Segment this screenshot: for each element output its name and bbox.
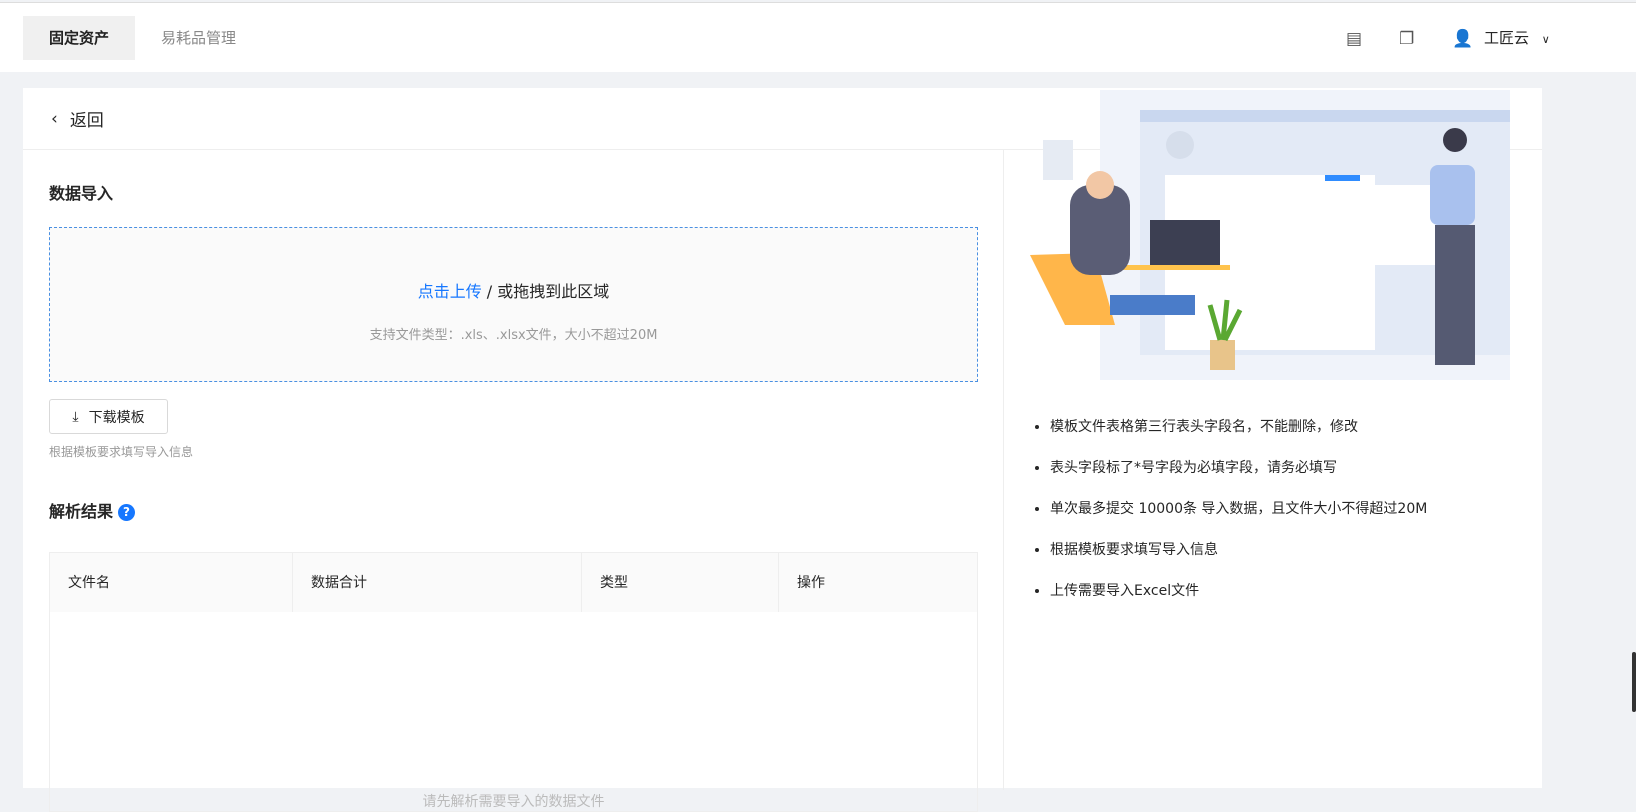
user-name: 工匠云: [1484, 29, 1530, 47]
user-menu[interactable]: 工匠云 ∨: [1484, 27, 1550, 48]
download-label: 下载模板: [88, 409, 145, 426]
chevron-down-icon: ∨: [1541, 33, 1550, 46]
download-template-button[interactable]: ⤓ 下载模板: [49, 399, 168, 434]
download-icon: ⤓: [72, 408, 79, 425]
scrollbar[interactable]: [1632, 652, 1636, 712]
tip-item: 上传需要导入Excel文件: [1050, 582, 1427, 601]
import-title: 数据导入: [49, 184, 114, 203]
copy-icon[interactable]: ❐: [1399, 29, 1414, 49]
tip-item: 模板文件表格第三行表头字段名，不能删除，修改: [1050, 418, 1427, 437]
upload-rest: / 或拖拽到此区域: [481, 282, 610, 301]
top-bar: 固定资产 易耗品管理 ▤ ❐ 👤 工匠云 ∨: [0, 2, 1636, 72]
user-icon: 👤: [1452, 29, 1474, 49]
tip-item: 表头字段标了*号字段为必填字段，请务必填写: [1050, 459, 1427, 478]
col-actions: 操作: [778, 552, 978, 612]
upload-link[interactable]: 点击上传: [418, 282, 482, 301]
hint-text: 根据模板要求填写导入信息: [49, 445, 194, 459]
back-label: 返回: [69, 111, 104, 131]
chevron-left-icon: ‹: [51, 108, 58, 129]
tip-item: 单次最多提交 10000条 导入数据，且文件大小不得超过20M: [1050, 500, 1427, 519]
col-total: 数据合计: [292, 552, 582, 612]
tab-consumables[interactable]: 易耗品管理: [135, 16, 262, 60]
col-type: 类型: [581, 552, 779, 612]
empty-text: 请先解析需要导入的数据文件: [422, 794, 605, 810]
result-table: 文件名 数据合计 类型 操作 请先解析需要导入的数据文件: [49, 552, 978, 812]
upload-dropzone[interactable]: 点击上传 / 或拖拽到此区域 支持文件类型：.xls、.xlsx文件，大小不超过…: [49, 227, 978, 382]
col-filename: 文件名: [49, 552, 293, 612]
tab-fixed-assets[interactable]: 固定资产: [23, 16, 135, 60]
help-icon[interactable]: ?: [118, 504, 136, 521]
result-title: 解析结果: [49, 502, 114, 521]
document-icon[interactable]: ▤: [1346, 29, 1362, 49]
tips-list: 模板文件表格第三行表头字段名，不能删除，修改 表头字段标了*号字段为必填字段，请…: [1028, 418, 1427, 623]
illustration: [1030, 90, 1510, 380]
support-text: 支持文件类型：.xls、.xlsx文件，大小不超过20M: [369, 328, 658, 343]
tip-item: 根据模板要求填写导入信息: [1050, 541, 1427, 560]
